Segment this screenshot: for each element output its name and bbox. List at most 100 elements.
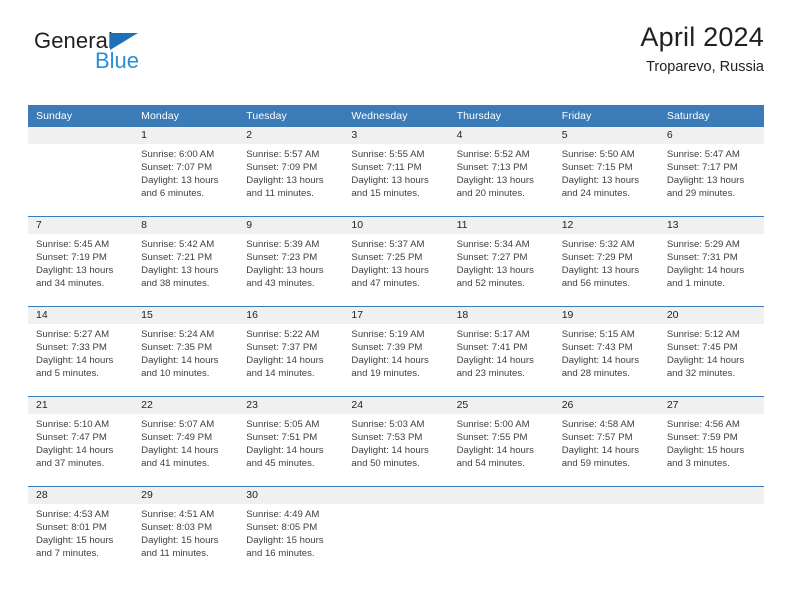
- day-detail-line: and 28 minutes.: [561, 368, 630, 380]
- day-detail-line: Daylight: 13 hours: [561, 265, 640, 277]
- day-number: 25: [448, 397, 554, 414]
- day-number: 13: [658, 217, 764, 234]
- calendar-day-cell[interactable]: 3 Sunrise: 5:55 AM Sunset: 7:11 PM Daylight…: [343, 127, 449, 216]
- day-details: Sunrise: 4:58 AM Sunset: 7:57 PM Daylight:…: [554, 414, 659, 470]
- calendar-day-cell[interactable]: 27 Sunrise: 4:56 AM Sunset: 7:59 PM Dayligh…: [658, 397, 764, 486]
- day-detail-line: Daylight: 13 hours: [351, 265, 429, 277]
- day-detail-line: Sunset: 7:45 PM: [666, 342, 738, 354]
- day-detail-line: Sunset: 8:05 PM: [246, 522, 318, 534]
- calendar-day-cell[interactable]: 10 Sunrise: 5:37 AM Sunset: 7:25 PM Dayligh…: [343, 217, 449, 306]
- weekday-header-saturday: Saturday: [658, 105, 764, 127]
- calendar-day-cell[interactable]: 11 Sunrise: 5:34 AM Sunset: 7:27 PM Dayligh…: [448, 217, 554, 306]
- calendar-day-cell[interactable]: 30 Sunrise: 4:49 AM Sunset: 8:05 PM Dayligh…: [238, 487, 344, 576]
- calendar-day-cell[interactable]: 29 Sunrise: 4:51 AM Sunset: 8:03 PM Dayligh…: [133, 487, 239, 576]
- calendar-day-cell[interactable]: 16 Sunrise: 5:22 AM Sunset: 7:37 PM Dayligh…: [238, 307, 344, 396]
- day-number: 8: [133, 217, 239, 234]
- day-detail-line: Sunrise: 5:47 AM: [666, 149, 740, 160]
- day-detail-line: and 24 minutes.: [561, 188, 630, 200]
- day-detail-line: Sunset: 7:31 PM: [666, 252, 738, 264]
- day-details: Sunrise: 5:00 AM Sunset: 7:55 PM Daylight:…: [449, 414, 554, 470]
- calendar-day-cell[interactable]: 4 Sunrise: 5:52 AM Sunset: 7:13 PM Daylight…: [448, 127, 554, 216]
- day-detail-line: and 7 minutes.: [36, 548, 99, 560]
- day-detail-line: Sunrise: 5:15 AM: [561, 329, 635, 340]
- day-number: 22: [133, 397, 239, 414]
- day-detail-line: and 59 minutes.: [561, 458, 630, 470]
- calendar-day-cell[interactable]: 8 Sunrise: 5:42 AM Sunset: 7:21 PM Daylight…: [133, 217, 239, 306]
- day-number: 7: [28, 217, 134, 234]
- calendar-day-cell[interactable]: 24 Sunrise: 5:03 AM Sunset: 7:53 PM Dayligh…: [343, 397, 449, 486]
- calendar-day-cell[interactable]: 12 Sunrise: 5:32 AM Sunset: 7:29 PM Dayligh…: [553, 217, 659, 306]
- day-number: 23: [238, 397, 344, 414]
- day-detail-line: Sunset: 7:59 PM: [666, 432, 738, 444]
- day-detail-line: Daylight: 15 hours: [141, 535, 219, 547]
- day-detail-line: Sunset: 7:29 PM: [561, 252, 633, 264]
- day-details: Sunrise: 5:55 AM Sunset: 7:11 PM Daylight:…: [343, 144, 448, 200]
- day-number: 3: [343, 127, 449, 144]
- day-detail-line: Daylight: 14 hours: [246, 355, 324, 367]
- logo-text-blue: Blue: [95, 48, 140, 73]
- day-details: Sunrise: 5:34 AM Sunset: 7:27 PM Daylight:…: [449, 234, 554, 290]
- day-detail-line: Sunset: 7:33 PM: [36, 342, 107, 354]
- weekday-header-tuesday: Tuesday: [238, 105, 344, 127]
- day-detail-line: Sunset: 7:39 PM: [351, 342, 423, 354]
- day-detail-line: Sunrise: 5:50 AM: [561, 149, 635, 160]
- day-detail-line: and 47 minutes.: [351, 278, 420, 290]
- day-number: [448, 487, 554, 504]
- day-details: Sunrise: 5:17 AM Sunset: 7:41 PM Daylight:…: [449, 324, 554, 380]
- day-number: 19: [553, 307, 659, 324]
- calendar-day-cell[interactable]: 6 Sunrise: 5:47 AM Sunset: 7:17 PM Daylight…: [658, 127, 764, 216]
- day-detail-line: Daylight: 13 hours: [36, 265, 114, 277]
- day-detail-line: Sunrise: 5:00 AM: [456, 419, 530, 430]
- day-detail-line: Daylight: 13 hours: [666, 175, 745, 187]
- day-number: [28, 127, 134, 144]
- day-detail-line: and 34 minutes.: [36, 278, 105, 290]
- day-detail-line: Sunrise: 5:45 AM: [36, 239, 110, 250]
- calendar-day-cell[interactable]: 2 Sunrise: 5:57 AM Sunset: 7:09 PM Daylight…: [238, 127, 344, 216]
- calendar-day-cell[interactable]: 9 Sunrise: 5:39 AM Sunset: 7:23 PM Daylight…: [238, 217, 344, 306]
- day-details: Sunrise: 5:47 AM Sunset: 7:17 PM Daylight:…: [659, 144, 764, 200]
- calendar-day-cell[interactable]: 17 Sunrise: 5:19 AM Sunset: 7:39 PM Dayligh…: [343, 307, 449, 396]
- day-number: 2: [238, 127, 344, 144]
- weekday-header-friday: Friday: [553, 105, 659, 127]
- day-details: Sunrise: 5:32 AM Sunset: 7:29 PM Daylight:…: [554, 234, 659, 290]
- calendar-day-cell[interactable]: 1 Sunrise: 6:00 AM Sunset: 7:07 PM Daylight…: [133, 127, 239, 216]
- calendar-day-cell[interactable]: 21 Sunrise: 5:10 AM Sunset: 7:47 PM Dayligh…: [28, 397, 134, 486]
- calendar-day-cell[interactable]: 15 Sunrise: 5:24 AM Sunset: 7:35 PM Dayligh…: [133, 307, 239, 396]
- day-detail-line: and 10 minutes.: [141, 368, 210, 380]
- calendar-day-cell[interactable]: 19 Sunrise: 5:15 AM Sunset: 7:43 PM Dayligh…: [553, 307, 659, 396]
- calendar-body: 1 Sunrise: 6:00 AM Sunset: 7:07 PM Daylight…: [28, 127, 764, 576]
- calendar-day-cell[interactable]: 13 Sunrise: 5:29 AM Sunset: 7:31 PM Dayligh…: [658, 217, 764, 306]
- day-details: Sunrise: 5:27 AM Sunset: 7:33 PM Daylight:…: [28, 324, 133, 380]
- calendar-day-cell[interactable]: 14 Sunrise: 5:27 AM Sunset: 7:33 PM Dayligh…: [28, 307, 134, 396]
- day-detail-line: Sunset: 7:07 PM: [141, 162, 213, 174]
- day-detail-line: Sunrise: 4:53 AM: [36, 509, 110, 520]
- calendar-day-cell[interactable]: 5 Sunrise: 5:50 AM Sunset: 7:15 PM Daylight…: [553, 127, 659, 216]
- day-detail-line: Sunset: 7:55 PM: [456, 432, 528, 444]
- day-detail-line: Sunrise: 4:56 AM: [666, 419, 740, 430]
- day-detail-line: Daylight: 13 hours: [246, 175, 324, 187]
- day-detail-line: Daylight: 13 hours: [246, 265, 324, 277]
- day-detail-line: and 11 minutes.: [141, 548, 209, 560]
- general-blue-logo[interactable]: General Blue: [34, 30, 234, 86]
- calendar-day-cell[interactable]: 18 Sunrise: 5:17 AM Sunset: 7:41 PM Dayligh…: [448, 307, 554, 396]
- day-number: 20: [658, 307, 764, 324]
- calendar-day-cell[interactable]: 28 Sunrise: 4:53 AM Sunset: 8:01 PM Dayligh…: [28, 487, 134, 576]
- day-detail-line: Daylight: 14 hours: [456, 355, 534, 367]
- day-detail-line: Daylight: 14 hours: [246, 445, 324, 457]
- day-detail-line: Daylight: 13 hours: [456, 265, 534, 277]
- day-details: Sunrise: 6:00 AM Sunset: 7:07 PM Daylight:…: [133, 144, 238, 200]
- day-details: Sunrise: 4:51 AM Sunset: 8:03 PM Daylight:…: [133, 504, 238, 560]
- day-details: Sunrise: 5:19 AM Sunset: 7:39 PM Daylight:…: [343, 324, 448, 380]
- day-detail-line: and 1 minute.: [666, 278, 725, 290]
- calendar-day-cell[interactable]: 7 Sunrise: 5:45 AM Sunset: 7:19 PM Daylight…: [28, 217, 134, 306]
- day-detail-line: and 16 minutes.: [246, 548, 315, 560]
- day-number: 18: [448, 307, 554, 324]
- calendar-day-cell[interactable]: 25 Sunrise: 5:00 AM Sunset: 7:55 PM Dayligh…: [448, 397, 554, 486]
- day-detail-line: Daylight: 13 hours: [351, 175, 429, 187]
- calendar-day-cell[interactable]: 22 Sunrise: 5:07 AM Sunset: 7:49 PM Dayligh…: [133, 397, 239, 486]
- calendar-day-cell[interactable]: 23 Sunrise: 5:05 AM Sunset: 7:51 PM Dayligh…: [238, 397, 344, 486]
- day-detail-line: and 38 minutes.: [141, 278, 210, 290]
- calendar-day-cell[interactable]: 20 Sunrise: 5:12 AM Sunset: 7:45 PM Dayligh…: [658, 307, 764, 396]
- calendar-day-cell[interactable]: 26 Sunrise: 4:58 AM Sunset: 7:57 PM Dayligh…: [553, 397, 659, 486]
- calendar-day-cell-empty: [28, 127, 134, 216]
